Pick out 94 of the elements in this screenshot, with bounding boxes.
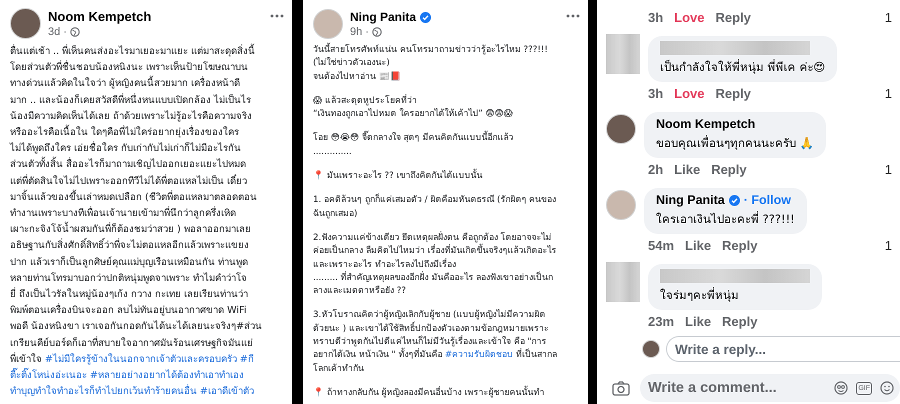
comment-text: ใจร่มๆคะพี่หนุ่ม (660, 286, 740, 304)
post-time[interactable]: 3d (48, 26, 60, 38)
avatar[interactable] (10, 8, 41, 39)
post-text: พี่เข้าใจ (10, 352, 42, 367)
reaction-count: 1 (884, 10, 892, 24)
reaction-count: 1 (884, 238, 892, 252)
globe-icon (372, 27, 382, 37)
post-text-line: มาก .. และน้องก็เคยสวัสดีพี่หนึ่งหนแบบเปิดกล้อง ไม่เป็นไร (10, 92, 252, 108)
post-text-line: 1. อคติล้วนๆ ถูกก็แค่เสมอตัว / ผิดคือมหันตธรณี (รักผิดๆ คนของ (313, 194, 558, 208)
comment-time[interactable]: 3h (648, 10, 664, 24)
comment-time[interactable]: 2h (648, 162, 664, 176)
post-text-line: น้องมีความคิดเห็นได้เลย ถ้าด้วยเพราะไม่รู้อะไรคือความจริง (10, 109, 254, 124)
verified-icon (420, 12, 432, 22)
post-text-line: อธิษฐานกับสิ่งศักดิ์สิทธิ์ว่าพี่จะไม่ตอแหลอีกแล้วเพราะแขยง (10, 238, 286, 255)
post-time[interactable]: 9h (350, 26, 362, 38)
emoji-icon[interactable] (880, 381, 894, 395)
comment-text: ขอบคุณเพื่อนๆทุกคนนะครับ 🙏 (656, 134, 814, 152)
hashtag-link[interactable]: #ไม่มีใครรู้ข้างในนอกจากเจ้าตัวและครอบครัว (44, 352, 237, 368)
post-text-line: ปาก แล้วเราก็เป็นลูกศิษย์คุณแม่บุญเรือนเหมือนกัน ท่านพูด (10, 255, 250, 270)
post-text-line: และเพราะอะไร ทำอะไรลงไปถึงมีเรื่อง (313, 258, 457, 271)
separator-dot: · (365, 26, 369, 38)
post-text-line: ทำงานเพราะบางทีเพื่อนเจ้านายเข้ามาพี่นึกว่าลูกครึ่งเหิด (10, 206, 237, 222)
post-text-line: (ไม่ใช่ข่าวตัวเองนะ) (313, 57, 391, 70)
post-text-line: ทราบดีว่าพูดกันไปดีแค่ไหนก็ไม่มีวันรู้เรื่องและเข้าใจ คือ "การ (313, 336, 548, 348)
post-text-line: จนต้องไปหาอ่าน 📰📕 (313, 70, 402, 84)
comment-author[interactable]: Ning Panita (656, 193, 725, 207)
hashtag-link[interactable]: #เอาดีเข้าตัว (200, 384, 254, 400)
post-text-line: 📍 ถ้าทางกลับกัน ผู้หญิงลองมีคนอื่นบ้าง เพราะผู้ชายคนนั้นทำ (313, 386, 546, 400)
reply-field[interactable]: Write a reply... (666, 336, 900, 362)
reply-link[interactable]: Reply (716, 10, 751, 24)
post-text-line: ยี่ ถึงเป็นไวรัลในหมู่น้องๆเก้ง กวาง กะเทย เลยเรียนท่านว่า (10, 287, 250, 302)
reply-link[interactable]: Reply (722, 314, 758, 328)
post-text-line: .............. (313, 146, 353, 159)
post-text-line: ไม่ได้พูดถึงใคร เอ่ยชื่อใคร กับเก่ากับไม่เก่าก็ไม่มีอะไรกัน (10, 141, 242, 156)
post-text-line: หรืออะไรคือเนื้อใน ใดๆคือพี่ไม่ใคร่อยากยุ่งเรื่องของใคร (10, 125, 286, 142)
hashtag-link[interactable]: ตี๊ะติ๊งโหน่งอ่ะเนอะ (10, 368, 87, 384)
author-name[interactable]: Ning Panita (350, 10, 416, 24)
post-text-line: ทางด่วนแล้วคิดในใจว่า ผู้หญิงคนนี้สวยมาก เครื่องหน้าดี (10, 76, 286, 93)
comment-text: เป็นกำลังใจให้พี่หนุ่ม พี่พีเค ค่ะ😍 (660, 58, 826, 76)
reaction-link[interactable]: Love (674, 86, 705, 100)
post-text-line: ลางและเมตตาหรือยัง ?? (313, 285, 407, 298)
post-text-line: ฉันถูกเสมอ) (313, 208, 358, 221)
camera-icon[interactable] (612, 380, 630, 396)
avatar[interactable] (606, 114, 636, 144)
globe-icon (70, 27, 80, 37)
more-icon[interactable] (566, 14, 580, 18)
post-text-line: มาจิ้นแล้วของขึ้นเล่าหมดเปลือก (ชีวิตพี่ตอแหลมาตลอดตอน (10, 190, 258, 205)
verified-icon (728, 194, 740, 206)
reply-link[interactable]: Reply (711, 162, 747, 176)
comment-time[interactable]: 54m (648, 238, 674, 252)
post-text-line: เผาะกะจิงโจ้น้ำผสมกันพี่ก็ต้องชมว่าสวย ) พอลาออกมาเลย (10, 222, 286, 238)
comment-time[interactable]: 23m (648, 314, 674, 328)
hashtag-link[interactable]: #ความรับผิดชอบ (444, 349, 514, 363)
post-text: อยากได้เงิน หน้าเงิน " ทั้งๆที่มันคือ (313, 349, 442, 363)
sticker-icon[interactable] (834, 381, 848, 395)
post-text-line: ส่วนตัวทั้งสิ้น สื่ออะไรก็มาถามเชิญไปออกเยอะแยะไปหมด (10, 157, 286, 174)
reaction-count: 1 (884, 162, 892, 176)
post-text-line: ด้วยนะ ) และเขาได้ใช้สิทธิ์ปกป้องตัวเองตามข้อกฎหมายเพราะ (313, 322, 550, 335)
hashtag-link[interactable]: ทำบุญทำใจทำอะไรก็ทำไปยกเว้นทำร้ายคนอื่น (10, 384, 197, 400)
hashtag-link[interactable]: #กี (240, 352, 254, 368)
avatar (642, 340, 660, 358)
post-text-line: พอดี น้องหนิงขา เราเจอกันกอดกันได้นะได้เลยนะจริงๆ#ส่วน (10, 319, 264, 334)
more-icon[interactable] (270, 14, 284, 18)
comment-time[interactable]: 3h (648, 86, 664, 100)
post-text-line: หลายท่านโทรมาบอกว่าปกติหนุ่มพูดจาเพราะ ทำไมคำว่าโจ (10, 271, 248, 286)
reply-link[interactable]: Reply (722, 238, 758, 252)
reply-link[interactable]: Reply (716, 86, 751, 100)
comment-text: ใครเอาเงินไปอะคะพี่ ???!!! (656, 210, 795, 228)
post-text-line: โอย 😳😭😳 จี๊ดกลางใจ สุดๆ มีคนคิดกันแบบนี้อีกแล้ว (313, 132, 582, 146)
hashtag-link[interactable]: #หลายอย่างอยากได้ต้องทำเอาทำเอง (90, 368, 244, 384)
post-text-line: 😱 แล้วสะดุดหูประโยคที่ว่า (313, 94, 418, 108)
comment-author[interactable]: Noom Kempetch (656, 117, 756, 131)
post-text-line: ค่อยเป็นกลาง ลืมคิดไปไหมว่า เรื่องที่มันเกิดขึ้นจริงๆแล้วเกิดอะไร (313, 245, 582, 259)
reaction-link[interactable]: Like (685, 314, 712, 328)
post-text-line: 📍 มันเพราะอะไร ?? เขาถึงคิดกันได้แบบนั้น (313, 170, 582, 184)
post-text-line: โลกเค้าทำกัน (313, 362, 365, 376)
post-text-line: โดยส่วนตัวพี่ชื่นชอบน้องหนิงนะ เพราะเห็นป้ายโฆษณาบน (10, 60, 250, 76)
post-text-line: เกรียนคีย์บอร์ดก็เอาที่สบายใจอากาศมันร้อนเศรษฐกิจมันแย่ (10, 336, 254, 351)
author-name[interactable]: Noom Kempetch (48, 9, 152, 24)
post-text-line: 2.ฟังความแค่ข้างเดียว ยึดเหตุผลฝั่งตน คือถูกต้อง โดยอาจจะไม่ (313, 232, 553, 244)
post-text: ที่เป็นสากล (516, 349, 557, 362)
reaction-count: 1 (884, 86, 892, 100)
reaction-link[interactable]: Like (674, 162, 700, 176)
post-text-line: “เงินทองถูกเอาไปหมด ใครอยากได้ให้เค้าไป” 😨😨😱 (313, 108, 514, 122)
post-text-line: ......... ที่สำคัญเหตุผลของอีกฝั่ง มันคืออะไร ลองฟังเขาอย่างเป็นก (313, 272, 554, 285)
separator-dot: · (63, 26, 67, 38)
post-text-line: พิมพ์ตอนเครื่องบินจะออก ลบไม่ทันอยู่บนอากาศขาด WiFi (10, 303, 248, 318)
post-text-line: 3.หัวโบราณคิดว่าผู้หญิงเลิกกับผู้ชาย (แบบผู้หญิงไม่มีความผิด (313, 309, 546, 322)
reaction-link[interactable]: Love (674, 10, 705, 24)
reaction-link[interactable]: Like (685, 238, 712, 252)
post-text-line: ตื่นแต่เช้า .. พี่เห็นคนส่งอะไรมาเยอะมาแยะ แต่มาสะดุดสิ่งนี้ (10, 44, 286, 60)
post-text-line: แต่พี่ตัดสินใจไม่ไปเพราะออกทีวีไม่ได้พี่ตอแหลไม่เป็น เดี๋ยว (10, 174, 248, 189)
post-text-line: วันนี้สายโทรศัพท์แน่น คนโทรมาถามข่าวว่ารู้อะไรไหม ???!!! (313, 44, 582, 58)
follow-link[interactable]: · Follow (744, 193, 791, 207)
